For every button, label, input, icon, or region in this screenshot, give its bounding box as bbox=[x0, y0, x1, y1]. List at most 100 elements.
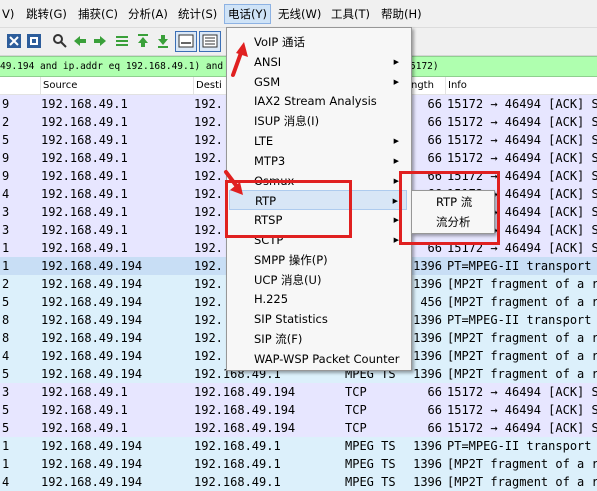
menu-analyze[interactable]: 分析(A) bbox=[128, 5, 168, 23]
cell-length: 1396 bbox=[413, 475, 442, 489]
telephony-item-mtp3[interactable]: MTP3 ▶ bbox=[229, 151, 407, 171]
cell-no: 3 bbox=[2, 385, 10, 399]
cell-length: 1396 bbox=[413, 439, 442, 453]
cell-source: 192.168.49.1 bbox=[41, 403, 128, 417]
menu-wireless[interactable]: 无线(W) bbox=[278, 5, 321, 23]
cell-source: 192.168.49.1 bbox=[41, 115, 128, 129]
table-row[interactable]: 1 192.168.49.194 192.168.49.1 MPEG TS 1396 PT… bbox=[0, 437, 597, 455]
cell-info: 15172 → 46494 [ACK] S bbox=[447, 97, 597, 111]
cell-info: [MP2T fragment of a r bbox=[447, 367, 597, 381]
telephony-item-h.225[interactable]: H.225 bbox=[229, 289, 407, 309]
telephony-item-wapwsp[interactable]: WAP-WSP Packet Counter bbox=[229, 349, 407, 369]
cell-no: 5 bbox=[2, 133, 10, 147]
menu-item-label: SMPP 操作(P) bbox=[254, 252, 328, 267]
cell-info: 15172 → 46494 [ACK] S bbox=[447, 115, 597, 129]
filter-text-left: 49.194 and ip.addr eq 192.168.49.1) and … bbox=[0, 61, 235, 72]
go-back-icon[interactable] bbox=[72, 33, 88, 49]
column-source[interactable]: Source bbox=[41, 77, 194, 94]
column-info[interactable]: Info bbox=[446, 77, 597, 94]
cell-protocol: TCP bbox=[345, 403, 367, 417]
cell-no: 9 bbox=[2, 151, 10, 165]
telephony-item-ansi[interactable]: ANSI ▶ bbox=[229, 52, 407, 72]
cell-length: 66 bbox=[427, 403, 442, 417]
cell-no: 8 bbox=[2, 313, 10, 327]
telephony-item-sip[interactable]: SIP Statistics bbox=[229, 309, 407, 329]
cell-info: [MP2T fragment of a r bbox=[447, 475, 597, 489]
cell-source: 192.168.49.1 bbox=[41, 151, 128, 165]
telephony-item-lte[interactable]: LTE ▶ bbox=[229, 131, 407, 151]
menu-tools[interactable]: 工具(T) bbox=[331, 5, 370, 23]
cell-source: 192.168.49.194 bbox=[41, 475, 143, 489]
cell-source: 192.168.49.1 bbox=[41, 385, 128, 399]
cell-destination: 192.168.49.194 bbox=[194, 385, 296, 399]
filter-text-right: 5172) bbox=[410, 61, 439, 72]
cell-source: 192.168.49.1 bbox=[41, 169, 128, 183]
cell-no: 9 bbox=[2, 97, 10, 111]
menu-statistics[interactable]: 统计(S) bbox=[178, 5, 217, 23]
cell-info: PT=MPEG-II transport bbox=[447, 439, 592, 453]
telephony-item-gsm[interactable]: GSM ▶ bbox=[229, 72, 407, 92]
submenu-arrow-icon: ▶ bbox=[393, 137, 399, 145]
telephony-item-ucp[interactable]: UCP 消息(U) bbox=[229, 270, 407, 290]
column-length[interactable]: ngth bbox=[409, 77, 446, 94]
cell-info: [MP2T fragment of a r bbox=[447, 331, 597, 345]
cell-source: 192.168.49.1 bbox=[41, 241, 128, 255]
cell-info: PT=MPEG-II transport bbox=[447, 313, 592, 327]
cell-source: 192.168.49.1 bbox=[41, 205, 128, 219]
cell-source: 192.168.49.194 bbox=[41, 331, 143, 345]
cell-no: 3 bbox=[2, 223, 10, 237]
cell-source: 192.168.49.194 bbox=[41, 367, 143, 381]
table-row[interactable]: 3 192.168.49.1 192.168.49.194 TCP 66 15172 → … bbox=[0, 383, 597, 401]
menu-item-label: MTP3 bbox=[254, 153, 286, 168]
cell-no: 5 bbox=[2, 421, 10, 435]
cell-length: 66 bbox=[427, 385, 442, 399]
colorize-icon[interactable] bbox=[199, 31, 221, 52]
annotation-box-submenu bbox=[399, 171, 500, 245]
menu-item-label: VoIP 通话 bbox=[254, 35, 305, 49]
cell-source: 192.168.49.194 bbox=[41, 277, 143, 291]
go-forward-icon[interactable] bbox=[92, 33, 108, 49]
cell-length: 1396 bbox=[413, 457, 442, 471]
go-first-packet-icon[interactable] bbox=[135, 33, 151, 49]
menu-item-label: WAP-WSP Packet Counter bbox=[254, 351, 400, 366]
telephony-item-sip[interactable]: SIP 流(F) bbox=[229, 329, 407, 349]
cell-source: 192.168.49.194 bbox=[41, 313, 143, 327]
close-file-icon[interactable] bbox=[6, 33, 22, 49]
telephony-item-voip[interactable]: VoIP 通话 bbox=[229, 32, 407, 52]
cell-no: 2 bbox=[2, 115, 10, 129]
find-packet-icon[interactable] bbox=[52, 33, 68, 49]
menu-telephony[interactable]: 电话(Y) bbox=[224, 4, 271, 24]
cell-source: 192.168.49.1 bbox=[41, 97, 128, 111]
menu-item-label: UCP 消息(U) bbox=[254, 272, 322, 287]
cell-no: 4 bbox=[2, 349, 10, 363]
menu-help[interactable]: 帮助(H) bbox=[381, 5, 422, 23]
cell-no: 1 bbox=[2, 457, 10, 471]
table-row[interactable]: 1 192.168.49.194 192.168.49.1 MPEG TS 1396 [M… bbox=[0, 455, 597, 473]
cell-no: 1 bbox=[2, 439, 10, 453]
cell-source: 192.168.49.194 bbox=[41, 349, 143, 363]
telephony-item-iax2[interactable]: IAX2 Stream Analysis bbox=[229, 91, 407, 111]
go-last-packet-icon[interactable] bbox=[155, 33, 171, 49]
cell-no: 3 bbox=[2, 205, 10, 219]
cell-destination: 192.168.49.1 bbox=[194, 457, 281, 471]
cell-info: PT=MPEG-II transport bbox=[447, 259, 592, 273]
telephony-item-smpp[interactable]: SMPP 操作(P) bbox=[229, 250, 407, 270]
table-row[interactable]: 5 192.168.49.1 192.168.49.194 TCP 66 15172 → … bbox=[0, 419, 597, 437]
autoscroll-icon[interactable] bbox=[175, 31, 197, 52]
go-to-packet-icon[interactable] bbox=[114, 33, 130, 49]
menu-capture[interactable]: 捕获(C) bbox=[78, 5, 118, 23]
telephony-item-isup[interactable]: ISUP 消息(I) bbox=[229, 111, 407, 131]
cell-source: 192.168.49.1 bbox=[41, 133, 128, 147]
menu-item-label: IAX2 Stream Analysis bbox=[254, 94, 377, 109]
cell-protocol: MPEG TS bbox=[345, 439, 396, 453]
cell-source: 192.168.49.1 bbox=[41, 421, 128, 435]
table-row[interactable]: 4 192.168.49.194 192.168.49.1 MPEG TS 1396 [M… bbox=[0, 473, 597, 491]
cell-protocol: MPEG TS bbox=[345, 457, 396, 471]
menu-go[interactable]: 跳转(G) bbox=[26, 5, 67, 23]
cell-no: 1 bbox=[2, 259, 10, 273]
cell-source: 192.168.49.194 bbox=[41, 259, 143, 273]
table-row[interactable]: 5 192.168.49.1 192.168.49.194 TCP 66 15172 → … bbox=[0, 401, 597, 419]
menu-view[interactable]: V) bbox=[2, 5, 14, 23]
column-no[interactable] bbox=[0, 77, 41, 94]
reload-file-icon[interactable] bbox=[26, 33, 42, 49]
